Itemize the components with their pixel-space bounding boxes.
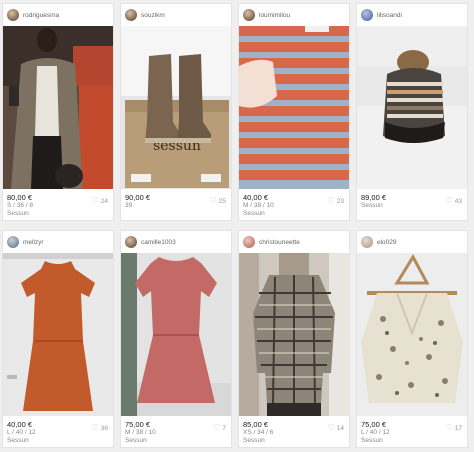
product-photo[interactable] (357, 253, 467, 416)
like-count: 14 (336, 424, 344, 432)
product-photo[interactable] (3, 26, 113, 189)
username[interactable]: loumimilou (259, 12, 290, 19)
username[interactable]: lilisoandi (377, 12, 402, 19)
like-button[interactable]: ♡ 14 (328, 424, 344, 432)
avatar[interactable] (361, 9, 373, 21)
product-card[interactable]: lilisoandi 89,00 € Sessun ♡ 43 (356, 3, 468, 221)
product-grid: rodriguesma 80,00 € S / 36 / 8 Sessun ♡ (2, 3, 472, 450)
like-button[interactable]: ♡ 23 (328, 197, 344, 205)
pink-dress-photo (121, 253, 231, 416)
like-count: 25 (218, 197, 226, 205)
username[interactable]: christouneette (259, 239, 300, 246)
like-count: 7 (222, 424, 226, 432)
heart-icon: ♡ (213, 423, 221, 432)
username[interactable]: camille1003 (141, 239, 176, 246)
avatar[interactable] (7, 236, 19, 248)
price: 75,00 € (125, 420, 151, 429)
brand[interactable]: Sessun (125, 437, 227, 445)
card-header: rodriguesma (3, 4, 113, 26)
brand[interactable]: Sessun (243, 437, 345, 445)
product-card[interactable]: camille1003 75,00 € M / 38 / 10 Sessun ♡… (120, 230, 232, 448)
product-card[interactable]: rodriguesma 80,00 € S / 36 / 8 Sessun ♡ (2, 3, 114, 221)
card-info: 75,00 € M / 38 / 10 Sessun (125, 420, 227, 445)
like-button[interactable]: ♡ 7 (213, 424, 226, 432)
like-button[interactable]: ♡ 24 (92, 197, 108, 205)
like-count: 17 (454, 424, 462, 432)
size: M / 38 / 10 (125, 429, 156, 436)
heart-icon: ♡ (91, 423, 99, 432)
heart-icon: ♡ (445, 196, 453, 205)
card-header: camille1003 (121, 231, 231, 253)
avatar[interactable] (243, 236, 255, 248)
avatar[interactable] (361, 236, 373, 248)
woman-in-gray-coat-photo (3, 26, 113, 189)
product-card[interactable]: christouneette 85,00 € XS / 34 / 6 Sessu… (238, 230, 350, 448)
heart-icon: ♡ (445, 423, 453, 432)
product-photo[interactable] (239, 253, 349, 416)
avatar[interactable] (125, 236, 137, 248)
avatar[interactable] (243, 9, 255, 21)
plaid-shirt-photo (239, 253, 349, 416)
heart-icon: ♡ (327, 196, 335, 205)
product-card[interactable]: loumimilou 40,00 € M / 38 / 10 Sessun ♡ … (238, 3, 350, 221)
brand[interactable]: Sessun (361, 437, 463, 445)
floral-blouse-photo (357, 253, 467, 416)
striped-skirt-photo (239, 26, 349, 189)
like-button[interactable]: ♡ 36 (92, 424, 108, 432)
username[interactable]: elo029 (377, 239, 397, 246)
product-photo[interactable] (357, 26, 467, 189)
orange-dress-photo (3, 253, 113, 416)
card-header: lilisoandi (357, 4, 467, 26)
like-count: 36 (100, 424, 108, 432)
username[interactable]: rodriguesma (23, 12, 59, 19)
product-card[interactable]: elo029 75,00 € L / 40 / 12 Sessun ♡ 17 (356, 230, 468, 448)
brown-boots-on-sessun-box-photo: sessun (121, 26, 231, 189)
heart-icon: ♡ (91, 196, 99, 205)
username[interactable]: mellzyr (23, 239, 44, 246)
card-header: elo029 (357, 231, 467, 253)
like-count: 24 (100, 197, 108, 205)
brand[interactable]: Sessun (7, 437, 109, 445)
like-button[interactable]: ♡ 25 (210, 197, 226, 205)
brand[interactable]: Sessun (7, 210, 109, 218)
product-photo[interactable] (121, 253, 231, 416)
card-header: christouneette (239, 231, 349, 253)
product-photo[interactable] (239, 26, 349, 189)
product-card[interactable]: mellzyr 40,00 € L / 40 / 12 Sessun ♡ 36 (2, 230, 114, 448)
product-photo[interactable] (3, 253, 113, 416)
avatar[interactable] (125, 9, 137, 21)
heart-icon: ♡ (327, 423, 335, 432)
product-photo[interactable]: sessun (121, 26, 231, 189)
product-card[interactable]: souzikm sessun 90,00 € 39 ♡ 25 (120, 3, 232, 221)
like-button[interactable]: ♡ 43 (446, 197, 462, 205)
brand[interactable]: Sessun (243, 210, 345, 218)
card-header: souzikm (121, 4, 231, 26)
card-header: mellzyr (3, 231, 113, 253)
like-button[interactable]: ♡ 17 (446, 424, 462, 432)
avatar[interactable] (7, 9, 19, 21)
like-count: 23 (336, 197, 344, 205)
heart-icon: ♡ (209, 196, 217, 205)
like-count: 43 (454, 197, 462, 205)
woven-backpack-photo (357, 26, 467, 189)
card-header: loumimilou (239, 4, 349, 26)
username[interactable]: souzikm (141, 12, 165, 19)
